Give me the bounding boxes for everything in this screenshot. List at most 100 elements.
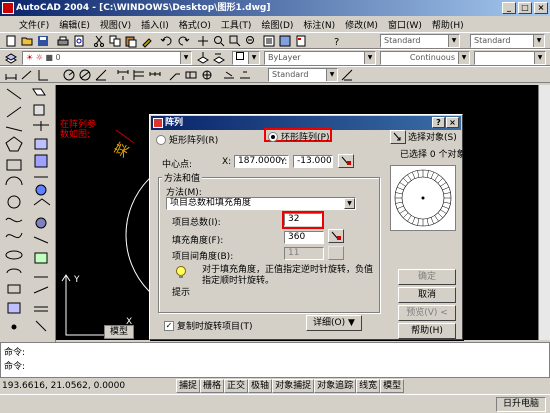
center-y-field[interactable]: -13.0000 xyxy=(293,155,333,168)
menu-help[interactable]: 帮助(H) xyxy=(427,18,469,31)
tolerance-icon[interactable] xyxy=(184,68,198,82)
match-properties-icon[interactable] xyxy=(140,34,154,48)
open-folder-icon[interactable] xyxy=(20,34,34,48)
make-object-layer-current-icon[interactable] xyxy=(196,51,210,65)
menu-modify[interactable]: 修改(M) xyxy=(340,18,383,31)
preview-array-item xyxy=(399,209,406,214)
ordinate-dim-icon[interactable] xyxy=(36,68,50,82)
command-window[interactable]: 命令: 命令: xyxy=(0,342,550,378)
maximize-button[interactable]: □ xyxy=(518,2,532,14)
dim-style-combo[interactable]: Standard ▼ xyxy=(470,34,545,48)
otrack-toggle[interactable]: 对象追踪 xyxy=(314,379,357,393)
command-prompt-line[interactable]: 命令: xyxy=(4,359,25,372)
print-preview-icon[interactable] xyxy=(72,34,86,48)
design-center-icon[interactable] xyxy=(278,34,292,48)
vertical-scrollbar[interactable] xyxy=(538,85,550,340)
diameter-dim-icon[interactable] xyxy=(78,68,92,82)
rect-array-radio[interactable]: 矩形阵列(R) xyxy=(156,133,218,146)
menu-insert[interactable]: 插入(I) xyxy=(136,18,174,31)
linetype-combo[interactable]: Continuous ▼ xyxy=(380,51,470,65)
preview-array-item xyxy=(442,205,449,209)
zoom-realtime-icon[interactable] xyxy=(212,34,226,48)
color-swatch-combo[interactable]: ▼ xyxy=(232,51,260,65)
svg-text:?: ? xyxy=(334,37,339,48)
center-point-label: 中心点: xyxy=(162,160,193,170)
properties-icon[interactable] xyxy=(262,34,276,48)
print-icon[interactable] xyxy=(56,34,70,48)
model-toggle[interactable]: 模型 xyxy=(380,379,405,393)
pick-center-button[interactable] xyxy=(338,154,354,168)
color-combo[interactable]: ByLayer ▼ xyxy=(264,51,376,65)
baseline-dim-icon[interactable] xyxy=(132,68,146,82)
undo-icon[interactable] xyxy=(160,34,174,48)
ortho-toggle[interactable]: 正交 xyxy=(224,379,249,393)
text-style-combo[interactable]: Standard ▼ xyxy=(380,34,460,48)
radius-dim-icon[interactable] xyxy=(62,68,76,82)
minimize-button[interactable]: _ xyxy=(502,2,516,14)
menu-dimension[interactable]: 标注(N) xyxy=(298,18,340,31)
draw-tools-icons[interactable] xyxy=(0,85,28,345)
redo-icon[interactable] xyxy=(176,34,190,48)
quick-dim-icon[interactable] xyxy=(116,68,130,82)
help-icon[interactable]: ? xyxy=(330,34,344,48)
ok-button[interactable]: 确定 xyxy=(398,269,456,285)
copy-icon[interactable] xyxy=(108,34,122,48)
lineweight-combo[interactable]: ▼ xyxy=(474,51,546,65)
layer-combo[interactable]: ☀ ☼ ■ 0 ▼ xyxy=(22,51,192,65)
method-select[interactable]: 项目总数和填充角度 ▼ xyxy=(166,197,356,210)
lineweight-toggle[interactable]: 线宽 xyxy=(356,379,381,393)
menu-edit[interactable]: 编辑(E) xyxy=(54,18,95,31)
preview-button[interactable]: 预览(V) < xyxy=(398,305,456,321)
snap-toggle[interactable]: 捕捉 xyxy=(176,379,201,393)
zoom-window-icon[interactable] xyxy=(228,34,242,48)
save-icon[interactable] xyxy=(36,34,50,48)
layer-manager-icon[interactable] xyxy=(4,51,18,65)
cut-icon[interactable] xyxy=(92,34,106,48)
preview-array-item xyxy=(437,212,443,218)
tab-model[interactable]: 模型 xyxy=(104,325,134,339)
select-objects-label[interactable]: 选择对象(S) xyxy=(408,130,457,143)
dim-text-edit-icon[interactable] xyxy=(238,68,252,82)
details-button[interactable]: 详细(O) ▼ xyxy=(306,315,362,331)
dimension-style-icon[interactable] xyxy=(340,68,354,82)
menu-tools[interactable]: 工具(T) xyxy=(216,18,257,31)
zoom-previous-icon[interactable] xyxy=(244,34,258,48)
tool-palettes-icon[interactable] xyxy=(294,34,308,48)
dialog-close-button[interactable]: × xyxy=(446,117,459,128)
center-mark-icon[interactable] xyxy=(200,68,214,82)
menu-view[interactable]: 视图(V) xyxy=(95,18,136,31)
taskbar-tray-item[interactable]: 日升电脑 xyxy=(495,397,546,412)
polar-toggle[interactable]: 极轴 xyxy=(248,379,273,393)
leader-icon[interactable] xyxy=(168,68,182,82)
items-field[interactable]: 32 xyxy=(284,213,322,226)
menu-window[interactable]: 窗口(W) xyxy=(383,18,427,31)
fill-angle-field[interactable]: 360 xyxy=(284,231,324,244)
rotate-items-checkbox[interactable]: ✓ 复制时旋转项目(T) xyxy=(164,319,253,332)
osnap-toggle[interactable]: 对象捕捉 xyxy=(272,379,315,393)
select-objects-button[interactable] xyxy=(390,130,406,144)
polar-array-radio[interactable]: 环形阵列(P) xyxy=(268,130,329,143)
pan-icon[interactable] xyxy=(196,34,210,48)
dim-style-select[interactable]: Standard ▼ xyxy=(268,68,338,82)
cancel-button[interactable]: 取消 xyxy=(398,287,456,303)
svg-text:菜: 菜 xyxy=(112,140,133,160)
modify-tools-icons[interactable] xyxy=(28,85,55,345)
layer-previous-icon[interactable] xyxy=(212,51,226,65)
grid-toggle[interactable]: 栅格 xyxy=(200,379,225,393)
aligned-dim-icon[interactable] xyxy=(20,68,34,82)
close-button[interactable]: × xyxy=(534,2,548,14)
new-file-icon[interactable] xyxy=(4,34,18,48)
menu-format[interactable]: 格式(O) xyxy=(174,18,216,31)
paste-icon[interactable] xyxy=(124,34,138,48)
coordinate-readout[interactable]: 193.6616, 21.0562, 0.0000 xyxy=(0,379,170,393)
menu-file[interactable]: 文件(F) xyxy=(14,18,54,31)
continue-dim-icon[interactable] xyxy=(148,68,162,82)
linear-dim-icon[interactable] xyxy=(4,68,18,82)
dialog-help-button[interactable]: ? xyxy=(432,117,445,128)
autocad-app-icon[interactable] xyxy=(2,2,14,14)
dialog-help-btn[interactable]: 帮助(H) xyxy=(398,323,456,339)
dim-edit-icon[interactable] xyxy=(222,68,236,82)
angular-dim-icon[interactable] xyxy=(94,68,108,82)
pick-fill-angle-button[interactable] xyxy=(328,229,344,243)
menu-draw[interactable]: 绘图(D) xyxy=(256,18,298,31)
